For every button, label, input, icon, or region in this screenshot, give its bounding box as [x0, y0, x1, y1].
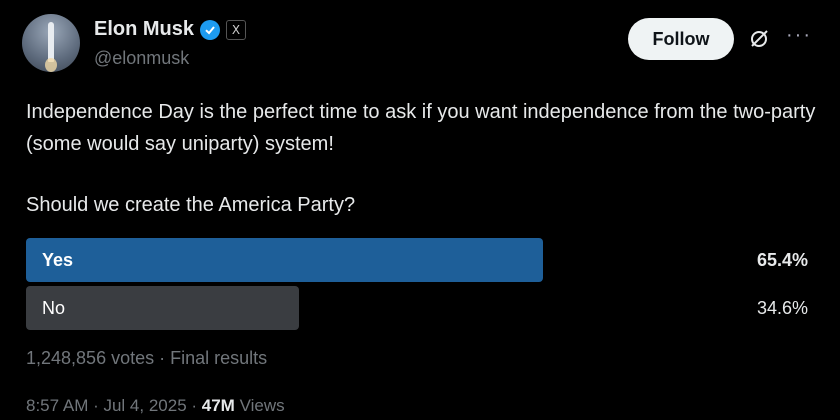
more-options-icon[interactable]: ··· — [786, 24, 812, 47]
poll-option-percent: 65.4% — [756, 250, 808, 270]
poll-question: Should we create the America Party? — [26, 194, 356, 216]
poll-bar-yes — [26, 238, 543, 282]
follow-button[interactable]: Follow — [628, 18, 734, 60]
tweet-text: Independence Day is the perfect time to … — [26, 101, 816, 155]
poll-option-yes: Yes 65.4% — [26, 238, 816, 282]
poll-option-percent: 34.6% — [756, 298, 808, 318]
rocket-plume — [45, 58, 57, 72]
poll-option-label: Yes — [42, 250, 74, 270]
x-affiliate-icon: X — [226, 19, 247, 40]
author-handle[interactable]: @elonmusk — [94, 48, 189, 69]
author-name-row: Elon Musk X — [94, 18, 247, 41]
views-label: Views — [234, 396, 285, 415]
poll-option-label: No — [42, 298, 66, 318]
avatar[interactable] — [22, 14, 80, 72]
poll-option-no: No 34.6% — [26, 286, 816, 330]
timestamp[interactable]: 8:57 AM · Jul 4, 2025 · — [26, 396, 202, 415]
tweet-meta: 8:57 AM · Jul 4, 2025 · 47M Views — [26, 396, 285, 416]
grok-icon[interactable] — [748, 28, 770, 50]
views-count: 47M — [201, 396, 235, 415]
verified-badge-icon — [200, 19, 221, 40]
poll-summary: 1,248,856 votes · Final results — [26, 348, 268, 368]
author-name[interactable]: Elon Musk — [94, 18, 194, 41]
poll-bar-no — [26, 286, 300, 330]
rocket-image — [48, 22, 54, 62]
